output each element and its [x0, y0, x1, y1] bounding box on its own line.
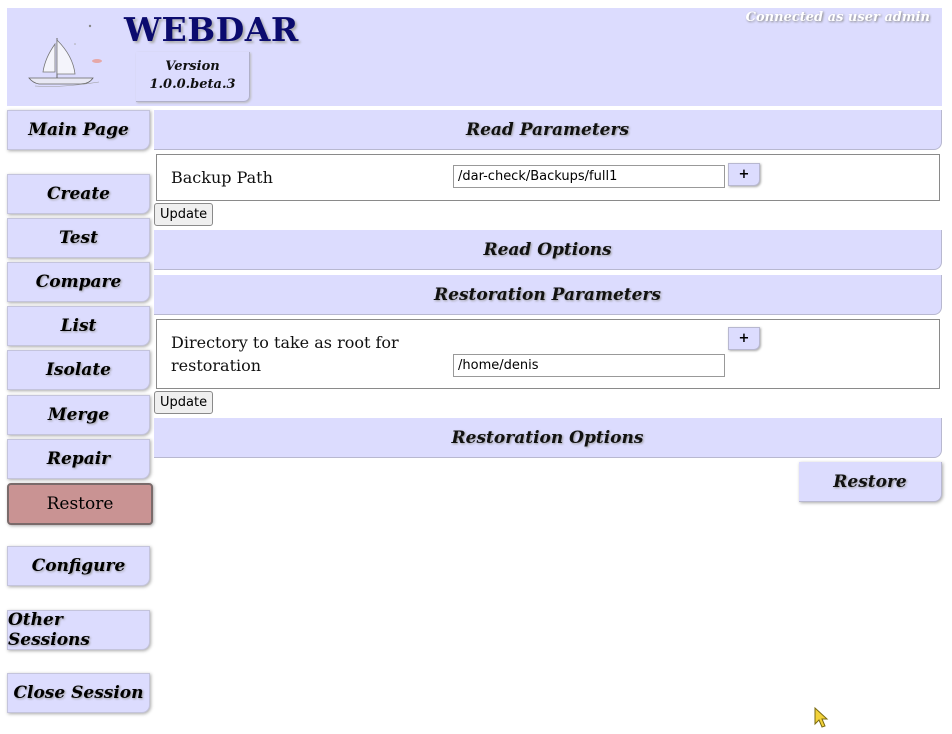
pointer-cursor-icon — [814, 706, 829, 728]
root-directory-label-line1: Directory to take as root for — [171, 333, 399, 352]
backup-path-input[interactable] — [453, 165, 725, 188]
root-directory-label-line2: restoration — [171, 356, 262, 375]
header-banner: WEBDAR Version 1.0.0.beta.3 Connected as… — [7, 8, 942, 106]
nav-isolate[interactable]: Isolate — [7, 350, 150, 390]
nav-configure[interactable]: Configure — [7, 546, 150, 586]
root-directory-label: Directory to take as root for restoratio… — [171, 331, 399, 377]
backup-path-add-button[interactable]: + — [728, 163, 760, 186]
nav-list[interactable]: List — [7, 306, 150, 346]
read-parameters-panel: Backup Path + — [156, 154, 940, 201]
restoration-parameters-panel: Directory to take as root for restoratio… — [156, 319, 940, 389]
restore-button[interactable]: Restore — [799, 462, 942, 502]
restoration-options-header[interactable]: Restoration Options — [154, 418, 942, 458]
nav-close-session[interactable]: Close Session — [7, 673, 150, 713]
nav-repair[interactable]: Repair — [7, 439, 150, 479]
restoration-parameters-header[interactable]: Restoration Parameters — [154, 275, 942, 315]
connected-status: Connected as user admin — [745, 10, 930, 25]
nav-main-page[interactable]: Main Page — [7, 110, 150, 150]
nav-restore[interactable]: Restore — [7, 483, 153, 525]
read-parameters-update-button[interactable]: Update — [154, 203, 214, 226]
nav-create[interactable]: Create — [7, 174, 150, 214]
backup-path-label: Backup Path — [171, 168, 273, 187]
sailboat-logo — [28, 24, 102, 87]
root-directory-input[interactable] — [453, 354, 725, 377]
version-box: Version 1.0.0.beta.3 — [136, 52, 250, 102]
app-title: WEBDAR — [124, 10, 299, 49]
nav-compare[interactable]: Compare — [7, 262, 150, 302]
root-directory-add-button[interactable]: + — [728, 327, 760, 350]
version-label: Version — [165, 59, 220, 74]
nav-merge[interactable]: Merge — [7, 395, 150, 435]
restoration-parameters-update-button[interactable]: Update — [154, 391, 214, 414]
read-parameters-header[interactable]: Read Parameters — [154, 110, 942, 150]
version-number: 1.0.0.beta.3 — [149, 77, 236, 92]
read-options-header[interactable]: Read Options — [154, 230, 942, 270]
nav-test[interactable]: Test — [7, 218, 150, 258]
nav-other-sessions[interactable]: Other Sessions — [7, 610, 150, 650]
